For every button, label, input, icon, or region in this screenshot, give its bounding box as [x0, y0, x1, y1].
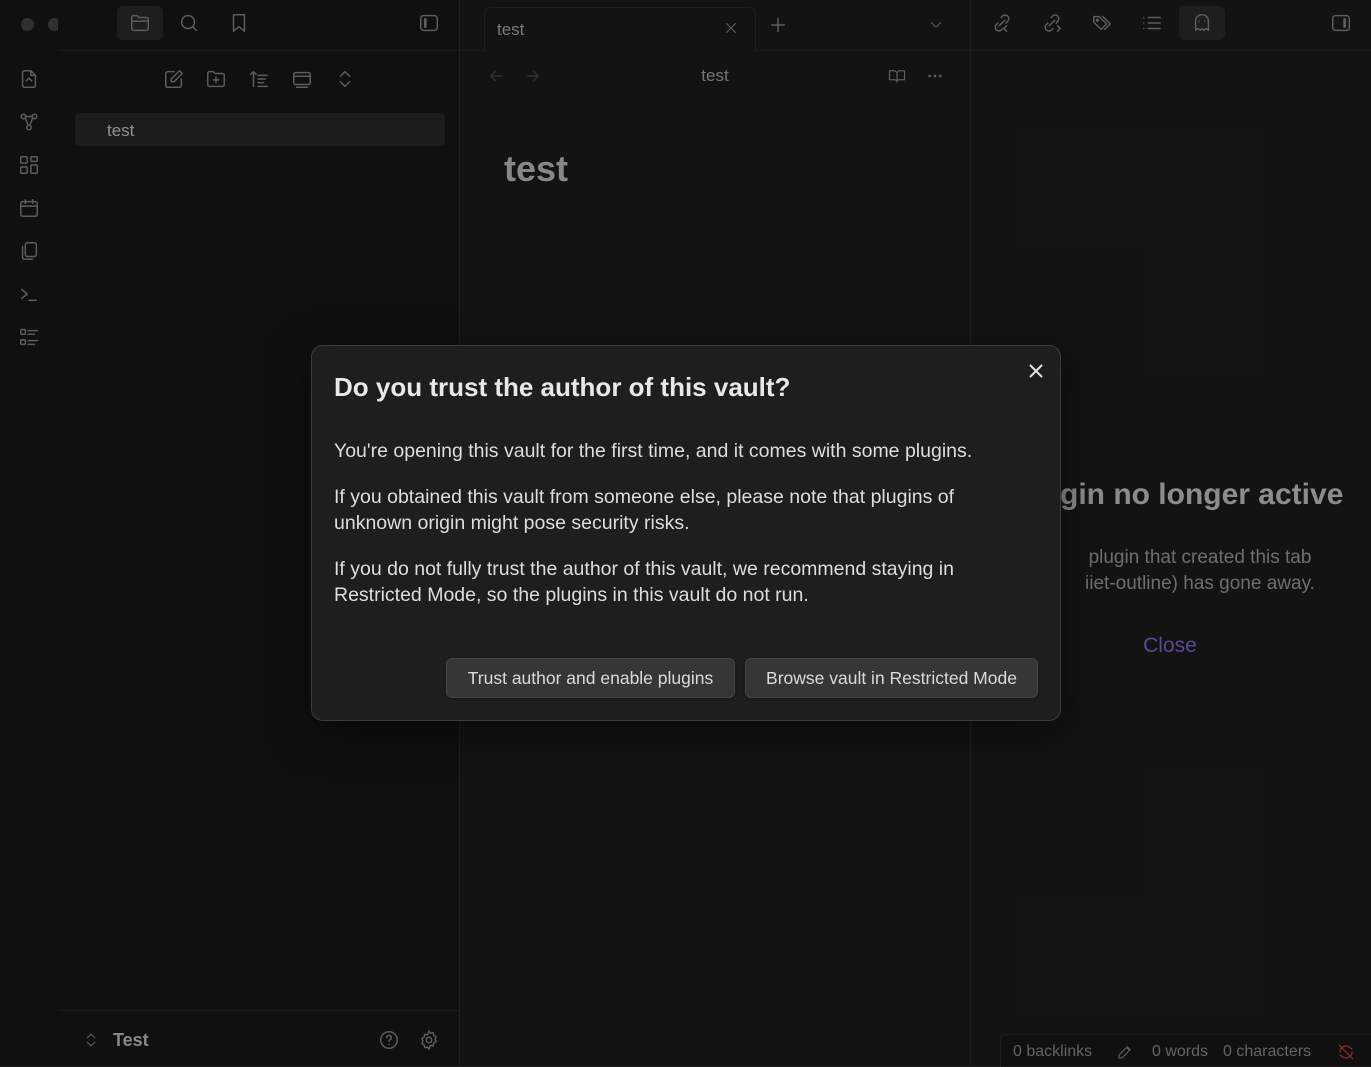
- modal-title: Do you trust the author of this vault?: [334, 372, 791, 402]
- trust-author-button[interactable]: Trust author and enable plugins: [446, 658, 735, 698]
- trust-author-modal: Do you trust the author of this vault? Y…: [311, 345, 1061, 721]
- modal-paragraph-3: If you do not fully trust the author of …: [334, 558, 954, 606]
- modal-paragraph-2: If you obtained this vault from someone …: [334, 486, 955, 534]
- restricted-mode-button[interactable]: Browse vault in Restricted Mode: [745, 658, 1038, 698]
- modal-close-icon[interactable]: [1023, 358, 1049, 384]
- modal-paragraph-1: You're opening this vault for the first …: [334, 440, 973, 462]
